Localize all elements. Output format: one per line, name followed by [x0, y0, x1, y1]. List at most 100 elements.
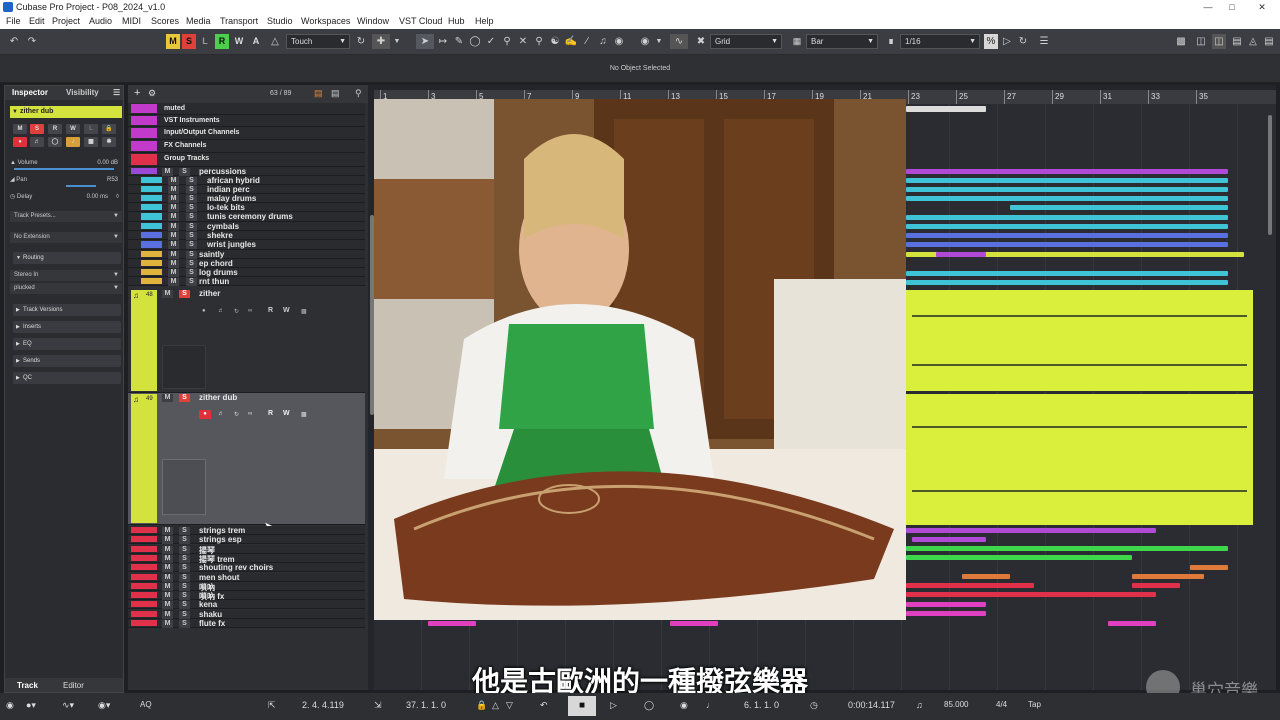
solo-button[interactable]: S: [186, 241, 197, 249]
chevron-down-icon[interactable]: ▼: [392, 34, 402, 49]
mute-button[interactable]: M: [162, 545, 173, 554]
event-scrollbar[interactable]: [1268, 115, 1272, 235]
inspector-record-button[interactable]: ●: [13, 137, 27, 147]
mute-button[interactable]: M: [168, 223, 179, 231]
eq-section[interactable]: ▶ EQ: [13, 338, 121, 350]
menu-file[interactable]: File: [6, 16, 21, 26]
layout-inspector-icon[interactable]: ◫: [1212, 34, 1226, 49]
folder-icon[interactable]: ▤: [314, 88, 323, 99]
mute-button[interactable]: M: [162, 601, 173, 610]
event-tunis-drums[interactable]: [906, 215, 1228, 220]
track-name[interactable]: men shout: [199, 573, 239, 582]
volume-row[interactable]: ▲ Volume 0.00 dB: [10, 158, 122, 170]
left-locator-value[interactable]: 2. 4. 4.119: [302, 700, 344, 710]
event-african-hybrid[interactable]: [906, 178, 1228, 183]
solo-button[interactable]: S: [186, 251, 197, 259]
track-name[interactable]: flute fx: [199, 619, 225, 628]
mute-button[interactable]: M: [162, 527, 173, 535]
signature-value[interactable]: 4/4: [996, 700, 1007, 709]
qc-section[interactable]: ▶ QC: [13, 372, 121, 384]
record-mode-icon[interactable]: ●▾: [26, 700, 36, 711]
event-yangqin[interactable]: [906, 546, 1228, 551]
event-strings-trem[interactable]: [906, 528, 1156, 533]
record-enable-icon[interactable]: ●: [199, 410, 211, 419]
track-row[interactable]: M S 嗩吶: [128, 581, 365, 592]
solo-button[interactable]: S: [179, 620, 190, 628]
menu-window[interactable]: Window: [357, 16, 389, 26]
monitor-icon[interactable]: ♬: [218, 308, 224, 314]
solo-button[interactable]: S: [186, 269, 197, 277]
event-shaku[interactable]: [906, 611, 986, 616]
track-row[interactable]: M S 揚琴 trem: [128, 553, 365, 564]
pre-roll-icon[interactable]: △: [492, 700, 499, 711]
track-row[interactable]: FX Channels: [128, 140, 365, 153]
track-name[interactable]: zither: [199, 289, 220, 298]
tab-track[interactable]: Track: [17, 681, 38, 690]
event-percussions[interactable]: [906, 169, 1228, 174]
inspector-lock-button[interactable]: 🔒: [102, 124, 116, 134]
inspector-lanes-button[interactable]: ♪: [66, 137, 80, 147]
maximize-icon[interactable]: □: [1220, 0, 1244, 14]
audio-event-zither-dub[interactable]: [906, 394, 1253, 525]
event-men-shout-2[interactable]: [1132, 574, 1204, 579]
solo-button[interactable]: S: [186, 213, 197, 221]
menu-edit[interactable]: Edit: [29, 16, 45, 26]
position-bars-value[interactable]: 6. 1. 1. 0: [744, 700, 779, 710]
track-name[interactable]: strings esp: [199, 535, 242, 544]
lock-icon[interactable]: 🔒: [476, 700, 487, 711]
snap-toggle-icon[interactable]: ✚: [372, 34, 390, 49]
solo-button[interactable]: S: [186, 260, 197, 268]
mute-button[interactable]: M: [162, 564, 173, 573]
event-kena[interactable]: [906, 602, 986, 607]
track-row[interactable]: VST Instruments: [128, 115, 365, 127]
mute-button[interactable]: M: [162, 554, 173, 563]
monitor-icon[interactable]: ♬: [218, 411, 224, 417]
mute-button[interactable]: M: [162, 610, 173, 619]
listen-mode-button[interactable]: L: [198, 34, 212, 49]
solo-button[interactable]: S: [179, 554, 190, 563]
track-row[interactable]: M Sflute fx: [128, 619, 365, 628]
iterative-quantize-icon[interactable]: %: [984, 34, 998, 49]
menu-media[interactable]: Media: [186, 16, 211, 26]
glue-tool-icon[interactable]: ◯: [468, 34, 482, 49]
solo-button[interactable]: S: [179, 601, 190, 610]
solo-button[interactable]: S: [179, 527, 190, 535]
track-presets-icon[interactable]: ⚙: [148, 88, 156, 99]
track-name[interactable]: shekre: [207, 231, 233, 240]
track-row[interactable]: M Sshaku: [128, 609, 365, 619]
event-wrist-jungles[interactable]: [906, 242, 1228, 247]
mute-button[interactable]: M: [162, 168, 173, 176]
event-log-drums[interactable]: [906, 271, 1228, 276]
solo-button[interactable]: S: [179, 582, 190, 591]
event-flute-fx-2[interactable]: [670, 621, 718, 626]
automation-mode-select[interactable]: Touch ▼: [286, 34, 350, 49]
layout-left-icon[interactable]: ◫: [1194, 34, 1208, 49]
solo-button[interactable]: S: [179, 290, 190, 298]
solo-button[interactable]: S: [186, 232, 197, 240]
sends-section[interactable]: ▶ Sends: [13, 355, 121, 367]
mute-button[interactable]: M: [168, 177, 179, 185]
delay-row[interactable]: ◷ Delay 0.00 ms ◊: [10, 192, 122, 203]
mute-button[interactable]: M: [162, 290, 173, 298]
track-row[interactable]: M Stunis ceremony drums: [128, 212, 365, 222]
menu-midi[interactable]: MIDI: [122, 16, 141, 26]
track-name[interactable]: FX Channels: [164, 142, 206, 149]
read-button[interactable]: R: [268, 410, 273, 417]
link-icon[interactable]: ∞: [248, 411, 252, 417]
mute-button[interactable]: M: [162, 582, 173, 591]
track-name[interactable]: Input/Output Channels: [164, 129, 239, 136]
menu-icon[interactable]: ☰: [113, 88, 120, 97]
mute-button[interactable]: M: [168, 251, 179, 259]
right-locator-icon[interactable]: ⇲: [374, 700, 382, 711]
layout-right-icon[interactable]: ◬: [1246, 34, 1260, 49]
mute-tool-icon[interactable]: ✕: [516, 34, 530, 49]
track-name[interactable]: log drums: [199, 268, 238, 277]
track-name[interactable]: shaku: [199, 610, 222, 619]
quantize-select[interactable]: 1/16 ▼: [900, 34, 980, 49]
event-flute-fx-3[interactable]: [1108, 621, 1156, 626]
minimize-icon[interactable]: —: [1196, 0, 1220, 14]
record-enable-icon[interactable]: ●: [202, 308, 206, 314]
edit-icon[interactable]: ▩: [301, 411, 307, 418]
record-button[interactable]: ◯: [644, 700, 654, 711]
solo-button[interactable]: S: [186, 177, 197, 185]
